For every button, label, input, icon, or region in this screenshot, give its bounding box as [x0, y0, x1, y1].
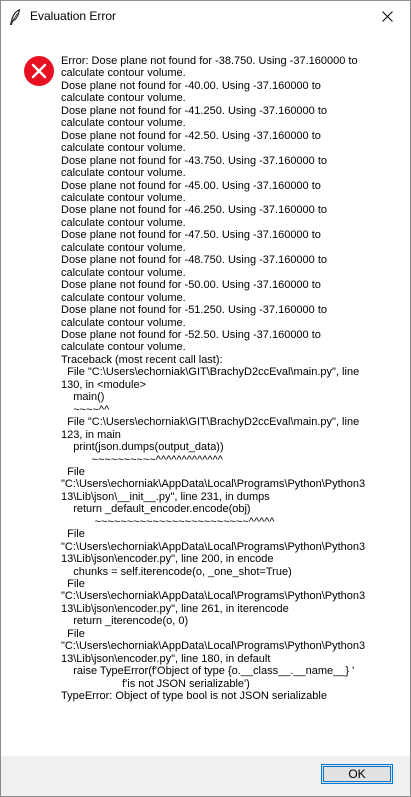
- message-line: calculate contour volume.: [61, 167, 186, 180]
- message-line: calculate contour volume.: [61, 316, 186, 329]
- message-line: Dose plane not found for -47.50. Using -…: [61, 229, 321, 242]
- message-line: Error: Dose plane not found for -38.750.…: [61, 55, 358, 67]
- message-line: Dose plane not found for -42.50. Using -…: [61, 129, 321, 142]
- message-line: "C:\Users\echorniak\AppData\Local\Progra…: [61, 640, 366, 653]
- message-line: return _default_encoder.encode(obj): [61, 503, 251, 516]
- message-line: 13\Lib\json\encoder.py", line 261, in it…: [61, 602, 289, 615]
- message-line: Dose plane not found for -50.00. Using -…: [61, 279, 321, 292]
- message-line: ~~~~~~~~~~^^^^^^^^^^^^^: [61, 453, 223, 466]
- message-line: Dose plane not found for -43.750. Using …: [61, 154, 328, 167]
- message-line: calculate contour volume.: [61, 266, 186, 279]
- message-line: File: [61, 465, 85, 478]
- error-message: Error: Dose plane not found for -38.750.…: [61, 55, 403, 703]
- message-line: calculate contour volume.: [61, 142, 186, 155]
- message-line: File: [61, 578, 85, 591]
- message-line: 130, in <module>: [61, 378, 147, 391]
- message-line: calculate contour volume.: [61, 341, 186, 354]
- message-line: main(): [61, 391, 105, 404]
- message-line: ~~~~~~~~~~~~~~~~~~~~~~~~^^^^^: [61, 515, 275, 528]
- message-line: "C:\Users\echorniak\AppData\Local\Progra…: [61, 590, 366, 603]
- message-line: f'is not JSON serializable'): [61, 677, 250, 690]
- message-line: calculate contour volume.: [61, 241, 186, 254]
- message-line: raise TypeError(f'Object of type {o.__cl…: [61, 665, 355, 678]
- message-line: File: [61, 627, 85, 640]
- error-dialog: Evaluation Error Error: Dose plane not f…: [0, 0, 411, 797]
- message-line: ~~~~^^: [61, 403, 110, 416]
- message-line: "C:\Users\echorniak\AppData\Local\Progra…: [61, 478, 366, 491]
- ok-button[interactable]: OK: [321, 764, 393, 784]
- message-line: "C:\Users\echorniak\AppData\Local\Progra…: [61, 540, 366, 553]
- message-line: chunks = self.iterencode(o, _one_shot=Tr…: [61, 565, 292, 578]
- message-line: Dose plane not found for -45.00. Using -…: [61, 179, 321, 192]
- message-line: Dose plane not found for -46.250. Using …: [61, 204, 328, 217]
- message-line: 13\Lib\json\encoder.py", line 200, in en…: [61, 553, 274, 566]
- button-bar: OK: [1, 756, 410, 796]
- message-line: print(json.dumps(output_data)): [61, 441, 224, 454]
- message-line: 13\Lib\json\__init__.py", line 231, in d…: [61, 490, 270, 503]
- message-line: calculate contour volume.: [61, 92, 186, 105]
- message-line: Dose plane not found for -40.00. Using -…: [61, 79, 321, 92]
- message-line: 123, in main: [61, 428, 121, 441]
- message-line: Dose plane not found for -52.50. Using -…: [61, 328, 321, 341]
- dialog-content: Error: Dose plane not found for -38.750.…: [1, 32, 410, 756]
- feather-icon: [9, 9, 21, 25]
- message-line: calculate contour volume.: [61, 67, 186, 80]
- message-line: TypeError: Object of type bool is not JS…: [61, 690, 327, 703]
- message-line: File "C:\Users\echorniak\GIT\BrachyD2ccE…: [61, 366, 360, 379]
- title-bar[interactable]: Evaluation Error: [1, 1, 410, 32]
- message-line: calculate contour volume.: [61, 291, 186, 304]
- message-line: File: [61, 528, 85, 541]
- message-line: Traceback (most recent call last):: [61, 353, 223, 366]
- message-line: Dose plane not found for -48.750. Using …: [61, 254, 328, 267]
- close-button[interactable]: [365, 1, 410, 32]
- error-icon: [24, 56, 54, 86]
- message-line: Dose plane not found for -51.250. Using …: [61, 304, 328, 317]
- message-line: return _iterencode(o, 0): [61, 615, 189, 628]
- message-line: File "C:\Users\echorniak\GIT\BrachyD2ccE…: [61, 416, 360, 429]
- window-title: Evaluation Error: [30, 9, 117, 23]
- close-icon: [382, 11, 393, 22]
- message-line: calculate contour volume.: [61, 117, 186, 130]
- message-line: Dose plane not found for -41.250. Using …: [61, 104, 328, 117]
- message-line: 13\Lib\json\encoder.py", line 180, in de…: [61, 652, 271, 665]
- message-line: calculate contour volume.: [61, 216, 186, 229]
- message-line: calculate contour volume.: [61, 191, 186, 204]
